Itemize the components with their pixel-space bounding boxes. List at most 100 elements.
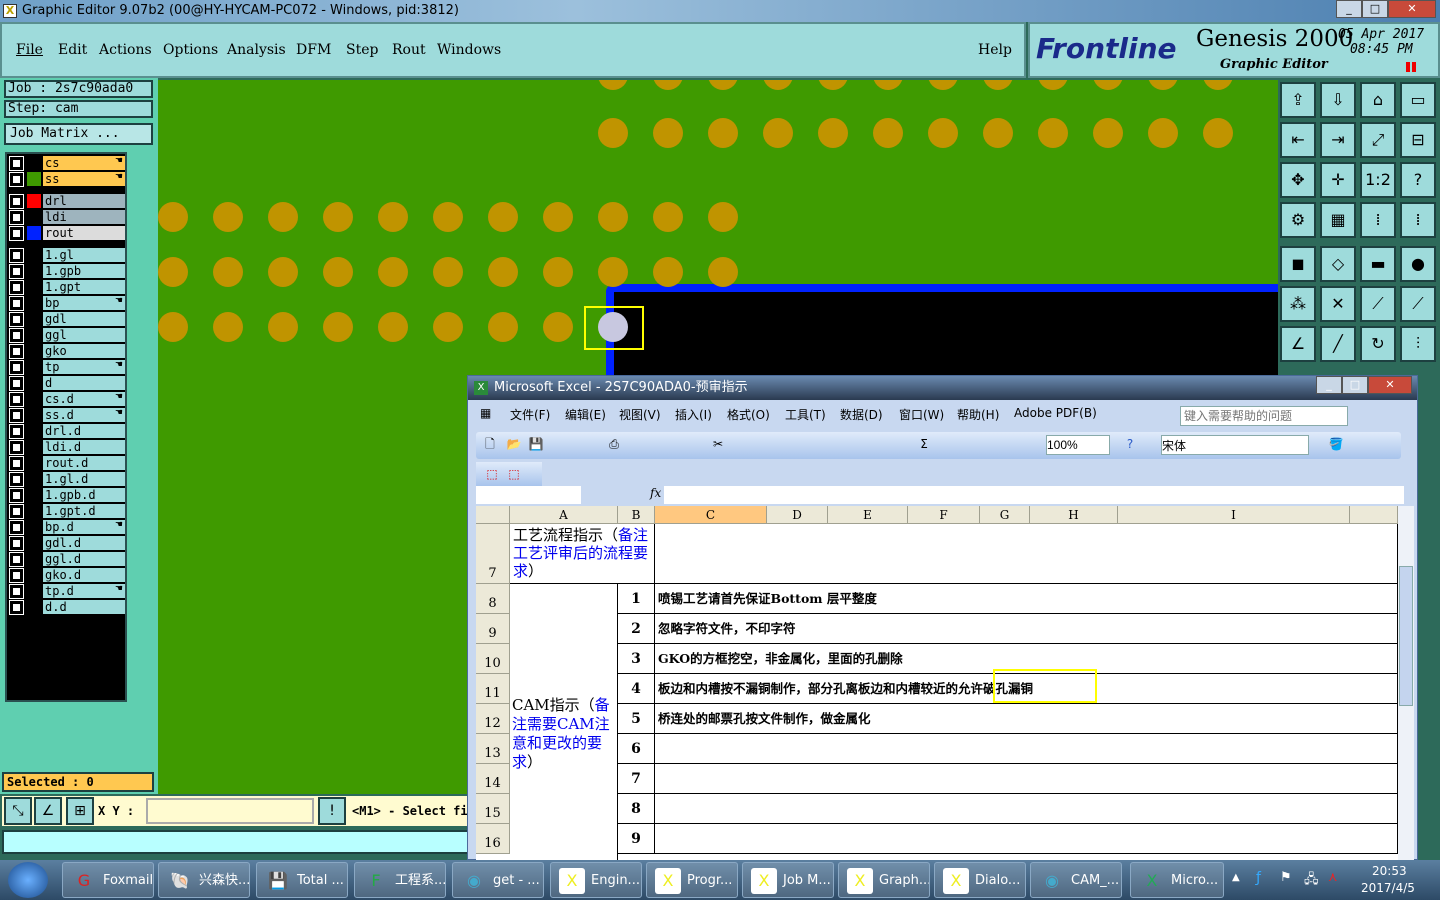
excel-menu-1[interactable]: 编辑(E) [565,406,606,423]
taskbar-item[interactable]: X Graph... [838,862,930,898]
layer-checkbox[interactable] [9,296,24,311]
toolbar-angle-icon[interactable]: ∠ [1280,326,1316,362]
row-header-16[interactable]: 16 [476,824,510,854]
column-header-C[interactable]: C [655,506,767,524]
toolbar-open-icon[interactable]: ⇪ [1280,82,1316,118]
xy-input[interactable] [146,798,314,824]
column-header-E[interactable]: E [828,506,908,524]
toolbar-grid-icon[interactable]: ▦ [1320,202,1356,238]
cell-c7[interactable] [655,524,1398,584]
row-header-15[interactable]: 15 [476,794,510,824]
excel-minimize-button[interactable]: _ [1316,376,1342,394]
item-number[interactable]: 8 [618,794,655,824]
layer-row-gko.d[interactable]: gko.d [7,568,125,583]
item-number[interactable]: 3 [618,644,655,674]
excel-menu-9[interactable]: Adobe PDF(B) [1014,406,1097,420]
taskbar-item[interactable]: ◉ CAM_... [1030,862,1122,898]
layer-row-1.gpb[interactable]: 1.gpb [7,264,125,279]
zoom-box-icon[interactable]: ⤡ [4,797,32,825]
layer-row-gdl.d[interactable]: gdl.d [7,536,125,551]
pause-icon[interactable] [1406,62,1416,72]
item-number[interactable]: 4 [618,674,655,704]
item-text[interactable] [655,734,1398,764]
layer-checkbox[interactable] [9,472,24,487]
network-icon[interactable]: 🖧 [1304,870,1319,892]
start-button[interactable] [8,862,48,898]
layer-row-ss[interactable]: ss ☚ [7,172,125,187]
taskbar-item[interactable]: G Foxmail [62,862,154,898]
toolbar-zoom-center-icon[interactable]: ✛ [1320,162,1356,198]
layer-row-ggl.d[interactable]: ggl.d [7,552,125,567]
column-header-I[interactable]: I [1118,506,1350,524]
tray-tool-icon[interactable]: ⋏ [1328,870,1338,885]
toolbar-home-icon[interactable]: ⌂ [1360,82,1396,118]
toolbar-fit-icon[interactable]: ⤢ [1360,122,1396,158]
layer-row-bp.d[interactable]: bp.d ☚ [7,520,125,535]
column-header-D[interactable]: D [767,506,828,524]
taskbar-item[interactable]: ◉ get - ... [452,862,544,898]
menu-windows[interactable]: Windows [437,42,501,58]
spreadsheet-grid[interactable]: A B C D E F G H I 7 8 9 10 11 12 13 14 15 16 工艺流程指示（备注工艺评审后… [476,506,1398,860]
layer-row-drl.d[interactable]: drl.d [7,424,125,439]
toolbar-zoom-in-icon[interactable]: ⇤ [1280,122,1316,158]
excel-menu-7[interactable]: 窗口(W) [899,406,944,423]
row-header-9[interactable]: 9 [476,614,510,644]
layer-checkbox[interactable] [9,424,24,439]
layer-checkbox[interactable] [9,210,24,225]
cell-cam[interactable]: CAM指示（备注需要CAM注意和更改的要求） [510,584,618,860]
layer-row-ldi[interactable]: ldi [7,210,125,225]
layer-row-gko[interactable]: gko [7,344,125,359]
taskbar-item[interactable]: X Job M... [742,862,834,898]
taskbar-item[interactable]: F 工程系... [354,862,446,898]
menu-options[interactable]: Options [163,42,218,58]
layer-row-1.gpt.d[interactable]: 1.gpt.d [7,504,125,519]
excel-close-button[interactable]: ✕ [1368,376,1412,394]
layer-checkbox[interactable] [9,312,24,327]
row-header-14[interactable]: 14 [476,764,510,794]
layer-row-gdl[interactable]: gdl [7,312,125,327]
item-number[interactable]: 2 [618,614,655,644]
layer-checkbox[interactable] [9,552,24,567]
toolbar-fill-icon[interactable]: ● [1400,246,1436,282]
menu-actions[interactable]: Actions [99,42,152,58]
toolbar-tools-icon[interactable]: ⚙ [1280,202,1316,238]
toolbar-layer-b-icon[interactable]: ⁞ [1400,202,1436,238]
tray-app-icon[interactable]: ƒ [1256,870,1261,886]
layer-checkbox[interactable] [9,264,24,279]
taskbar-item[interactable]: X Micro... [1130,862,1224,898]
layer-checkbox[interactable] [9,376,24,391]
column-header-B[interactable]: B [618,506,655,524]
row-header-10[interactable]: 10 [476,644,510,674]
toolbar-pan-icon[interactable]: ✥ [1280,162,1316,198]
row-header-11[interactable]: 11 [476,674,510,704]
help-icon[interactable]: ? [1122,436,1138,452]
fill-color-icon[interactable]: 🪣 [1328,436,1344,452]
layer-row-1.gl[interactable]: 1.gl [7,248,125,263]
autosum-icon[interactable]: Σ [916,436,932,452]
menu-rout[interactable]: Rout [392,42,426,58]
help-search-input[interactable] [1180,406,1348,426]
toolbar-edit-shape-icon[interactable]: ◇ [1320,246,1356,282]
layer-checkbox[interactable] [9,536,24,551]
layer-row-ggl[interactable]: ggl [7,328,125,343]
pdf-comment-icon[interactable]: ⬚ [506,466,522,482]
layer-checkbox[interactable] [9,488,24,503]
name-box[interactable] [476,486,581,504]
toolbar-slash-icon[interactable]: ╱ [1320,326,1356,362]
toolbar-help-icon[interactable]: ? [1400,162,1436,198]
vertical-scrollbar[interactable] [1398,506,1414,860]
row-header-13[interactable]: 13 [476,734,510,764]
toolbar-save-icon[interactable]: ⇩ [1320,82,1356,118]
layer-row-cs.d[interactable]: cs.d ☚ [7,392,125,407]
excel-menu-5[interactable]: 工具(T) [785,406,826,423]
layer-checkbox[interactable] [9,172,24,187]
minimize-button[interactable]: _ [1336,0,1362,18]
pdf-icon[interactable]: ⬚ [484,466,500,482]
excel-menu-0[interactable]: 文件(F) [510,406,550,423]
open-icon[interactable]: 📂 [506,436,522,452]
layer-row-rout[interactable]: rout [7,226,125,241]
layer-row-drl[interactable]: drl [7,194,125,209]
layer-checkbox[interactable] [9,600,24,615]
layer-row-1.gpt[interactable]: 1.gpt [7,280,125,295]
layer-checkbox[interactable] [9,248,24,263]
